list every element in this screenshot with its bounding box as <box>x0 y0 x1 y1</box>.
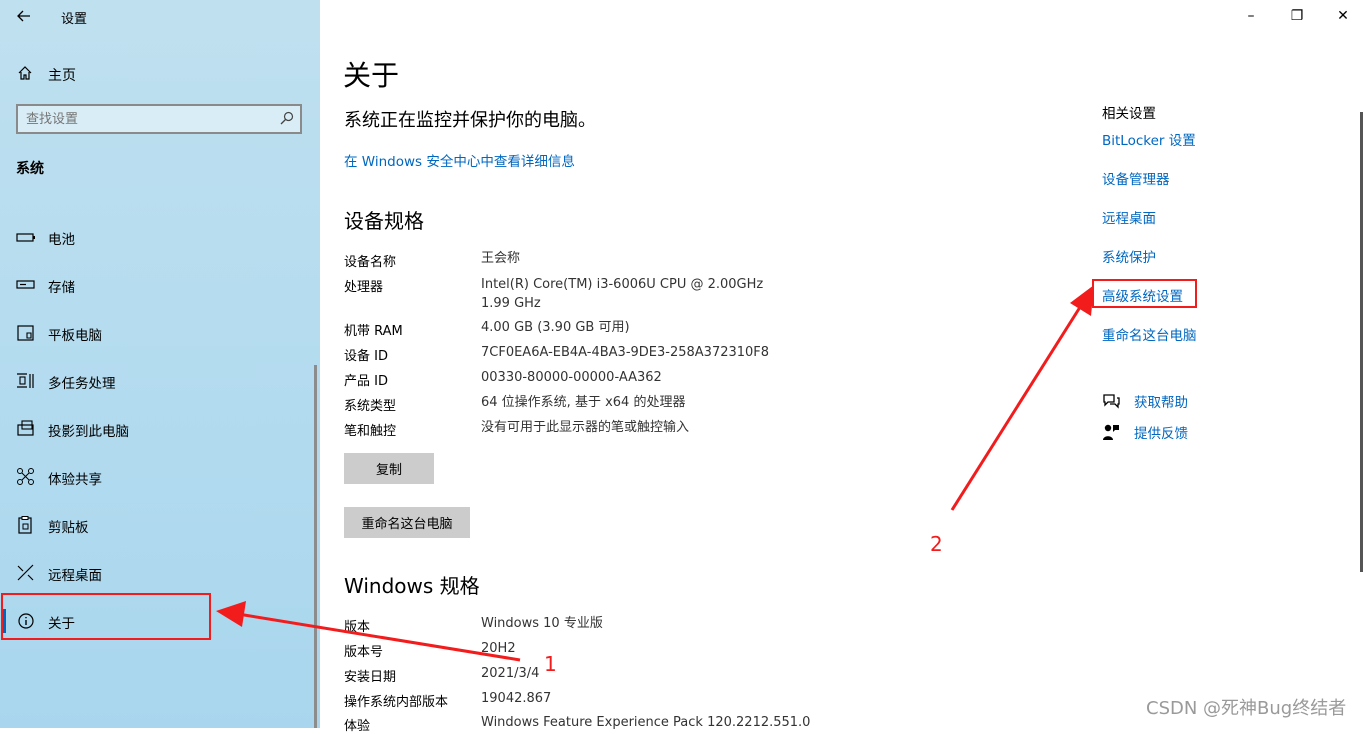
watermark: CSDN @死神Bug终结者 <box>1146 698 1347 719</box>
spec-value: 7CF0EA6A-EB4A-4BA3-9DE3-258A372310F8 <box>481 345 770 360</box>
sidebar-item-clipboard[interactable]: 剪贴板 <box>0 503 316 547</box>
security-center-link[interactable]: 在 Windows 安全中心中查看详细信息 <box>344 150 575 170</box>
win-spec-label: 体验 <box>344 719 371 734</box>
spec-label: 机带 RAM <box>344 324 403 339</box>
sidebar-item-label: 电池 <box>48 232 75 248</box>
win-spec-value: Windows 10 专业版 <box>481 616 603 631</box>
win-spec-value: 20H2 <box>481 641 516 656</box>
rename-pc-link[interactable]: 重命名这台电脑 <box>1102 324 1197 344</box>
clipboard-icon <box>18 516 32 534</box>
win-spec-label: 操作系统内部版本 <box>344 695 449 710</box>
spec-label: 设备 ID <box>344 349 388 364</box>
app-title: 设置 <box>61 12 88 27</box>
tablet-icon <box>17 325 34 341</box>
system-protection-link[interactable]: 系统保护 <box>1102 246 1156 266</box>
sidebar-item-battery[interactable]: 电池 <box>0 215 316 259</box>
get-help-link[interactable]: 获取帮助 <box>1134 391 1188 411</box>
spec-value: 没有可用于此显示器的笔或触控输入 <box>481 420 690 435</box>
spec-value: 00330-80000-00000-AA362 <box>481 370 662 385</box>
remote-desktop-link[interactable]: 远程桌面 <box>1102 207 1156 227</box>
spec-label: 产品 ID <box>344 374 388 389</box>
annotation-highlight-about <box>1 593 211 640</box>
rename-pc-button[interactable]: 重命名这台电脑 <box>344 507 470 538</box>
back-arrow-icon <box>17 10 30 22</box>
spec-label: 笔和触控 <box>344 424 397 439</box>
sidebar-item-remote-desktop[interactable]: 远程桌面 <box>0 551 316 595</box>
storage-icon <box>16 280 35 289</box>
sidebar-item-label: 投影到此电脑 <box>48 424 129 440</box>
home-label: 主页 <box>48 68 76 84</box>
annotation-number-2: 2 <box>930 532 943 556</box>
sidebar-item-label: 远程桌面 <box>48 568 102 584</box>
protection-status: 系统正在监控并保护你的电脑。 <box>344 110 596 131</box>
win-spec-label: 安装日期 <box>344 670 397 685</box>
sidebar-scrollbar[interactable] <box>314 365 317 728</box>
sidebar-item-project[interactable]: 投影到此电脑 <box>0 407 316 451</box>
sidebar-item-label: 剪贴板 <box>48 520 89 536</box>
spec-value: 王会称 <box>481 251 521 266</box>
annotation-highlight-advanced <box>1092 279 1197 308</box>
win-spec-value: Windows Feature Experience Pack 120.2212… <box>481 715 811 730</box>
home-nav-item[interactable]: 主页 <box>0 60 320 88</box>
windows-specs-heading: Windows 规格 <box>344 574 480 598</box>
sidebar-item-share[interactable]: 体验共享 <box>0 455 316 499</box>
remote-desktop-icon <box>17 564 34 581</box>
maximize-button[interactable]: ❐ <box>1274 2 1320 30</box>
copy-button[interactable]: 复制 <box>344 453 434 484</box>
main-scrollbar[interactable] <box>1360 112 1363 572</box>
spec-label: 处理器 <box>344 280 384 295</box>
sidebar-item-multitasking[interactable]: 多任务处理 <box>0 359 316 403</box>
sidebar-item-storage[interactable]: 存储 <box>0 263 316 307</box>
sidebar-item-label: 平板电脑 <box>48 328 102 344</box>
annotation-number-1: 1 <box>544 652 557 676</box>
related-settings-title: 相关设置 <box>1102 106 1156 122</box>
sidebar-item-label: 体验共享 <box>48 472 102 488</box>
spec-value: 4.00 GB (3.90 GB 可用) <box>481 320 630 335</box>
spec-value: 64 位操作系统, 基于 x64 的处理器 <box>481 395 686 410</box>
chat-help-icon <box>1103 394 1120 409</box>
bitlocker-link[interactable]: BitLocker 设置 <box>1102 129 1196 149</box>
battery-icon <box>16 233 35 242</box>
feedback-person-icon <box>1103 424 1119 440</box>
feedback-link[interactable]: 提供反馈 <box>1134 422 1188 442</box>
win-spec-value: 2021/3/4 <box>481 666 540 681</box>
spec-label: 设备名称 <box>344 255 397 270</box>
project-icon <box>17 420 34 436</box>
sidebar-item-tablet[interactable]: 平板电脑 <box>0 311 316 355</box>
sidebar-item-label: 多任务处理 <box>48 376 116 392</box>
device-manager-link[interactable]: 设备管理器 <box>1102 168 1170 188</box>
win-spec-value: 19042.867 <box>481 691 552 706</box>
share-icon <box>17 468 34 485</box>
home-icon <box>18 66 32 80</box>
win-spec-label: 版本 <box>344 620 371 635</box>
spec-value: Intel(R) Core(TM) i3-6006U CPU @ 2.00GHz… <box>481 277 764 311</box>
multitasking-icon <box>17 373 34 388</box>
device-specs-heading: 设备规格 <box>344 209 424 233</box>
sidebar-item-label: 存储 <box>48 280 75 296</box>
win-spec-label: 版本号 <box>344 645 384 660</box>
back-button[interactable] <box>12 4 36 28</box>
spec-label: 系统类型 <box>344 399 397 414</box>
search-icon[interactable] <box>280 111 294 125</box>
page-title: 关于 <box>343 59 400 92</box>
title-bar: 设置 <box>0 0 320 32</box>
search-box[interactable] <box>16 104 302 134</box>
close-button[interactable]: ✕ <box>1320 2 1366 30</box>
minimize-button[interactable]: – <box>1228 2 1274 30</box>
section-title: 系统 <box>16 161 44 177</box>
arrow-2-to-advanced <box>950 285 1094 511</box>
search-input[interactable] <box>26 110 266 128</box>
